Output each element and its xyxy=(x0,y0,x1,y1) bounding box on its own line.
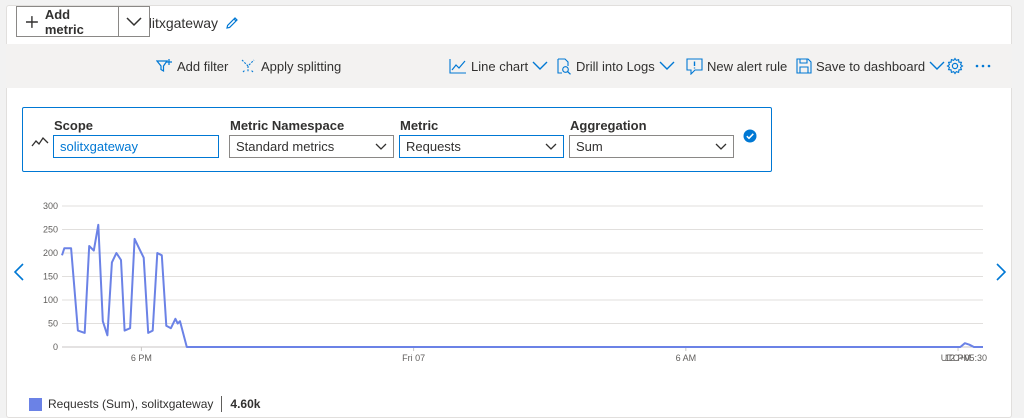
apply-splitting-label: Apply splitting xyxy=(261,58,342,74)
y-tick-label: 200 xyxy=(43,248,58,258)
save-to-dashboard-dropdown[interactable]: Save to dashboard xyxy=(796,44,945,88)
legend-separator xyxy=(221,396,223,412)
y-tick-label: 0 xyxy=(53,342,58,352)
metric-namespace-dropdown[interactable]: Standard metrics xyxy=(229,135,394,158)
line-chart-dropdown[interactable]: Line chart xyxy=(449,44,548,88)
drill-into-logs-dropdown[interactable]: Drill into Logs xyxy=(555,44,675,88)
add-metric-label: Add metric xyxy=(44,6,84,37)
y-tick-label: 100 xyxy=(43,295,58,305)
apply-splitting-button[interactable]: Apply splitting xyxy=(240,44,341,88)
chevron-down-icon xyxy=(375,143,387,150)
gear-icon xyxy=(946,57,964,75)
legend-series-total: 4.60k xyxy=(230,397,261,411)
y-tick-label: 50 xyxy=(48,319,58,329)
plus-icon xyxy=(25,15,38,28)
metric-value: Requests xyxy=(406,139,461,154)
x-tick-label: Fri 07 xyxy=(402,353,425,363)
aggregation-value: Sum xyxy=(576,139,603,154)
x-tick-label: 6 PM xyxy=(131,353,152,363)
chevron-down-icon xyxy=(545,143,557,150)
scope-input[interactable]: solitxgateway xyxy=(53,135,219,158)
legend-swatch xyxy=(29,397,42,411)
series-line-requests[interactable] xyxy=(61,223,983,348)
confirm-check-icon[interactable] xyxy=(743,129,757,143)
line-chart-label: Line chart xyxy=(471,58,529,74)
more-options-button[interactable] xyxy=(974,44,992,88)
add-filter-label: Add filter xyxy=(177,58,229,74)
settings-gear-button[interactable] xyxy=(946,44,964,88)
y-tick-label: 250 xyxy=(43,225,58,235)
edit-title-pencil-icon[interactable] xyxy=(224,14,240,32)
x-tick-label: 6 AM xyxy=(676,353,697,363)
scope-value: solitxgateway xyxy=(60,139,139,154)
aggregation-label: Aggregation xyxy=(570,118,647,133)
save-to-dashboard-label: Save to dashboard xyxy=(816,58,926,74)
metric-namespace-label: Metric Namespace xyxy=(230,118,345,133)
y-tick-label: 150 xyxy=(43,272,58,282)
splitting-icon xyxy=(241,59,255,73)
scope-label: Scope xyxy=(54,118,94,133)
chart-legend: Requests (Sum), solitxgateway 4.60k xyxy=(29,396,260,412)
alert-icon xyxy=(686,57,703,75)
metric-namespace-value: Standard metrics xyxy=(236,139,335,154)
y-tick-label: 300 xyxy=(43,201,58,211)
new-alert-rule-label: New alert rule xyxy=(707,58,788,74)
drill-into-logs-label: Drill into Logs xyxy=(576,58,655,74)
chevron-down-icon xyxy=(715,143,727,150)
add-filter-button[interactable]: Add filter xyxy=(156,44,228,88)
line-series-icon xyxy=(31,136,49,147)
legend-series-label: Requests (Sum), solitxgateway xyxy=(48,397,214,411)
requests-line-chart: 300250200150100500 6 PM Fri 07 6 AM 12 PMUT… xyxy=(43,201,987,363)
ellipsis-icon xyxy=(975,64,991,68)
chevron-down-icon xyxy=(929,61,945,70)
filter-plus-icon xyxy=(156,59,172,73)
timezone-label: UTC+05:30 xyxy=(941,353,987,363)
metric-selector-row: Scope solitxgateway Metric Namespace Sta… xyxy=(22,107,772,172)
aggregation-dropdown[interactable]: Sum xyxy=(569,135,734,158)
chevron-down-icon xyxy=(126,16,142,26)
add-metric-dropdown-button[interactable] xyxy=(119,7,149,36)
chevron-down-icon xyxy=(659,61,675,70)
logs-search-icon xyxy=(557,57,571,75)
save-icon xyxy=(796,58,812,74)
add-metric-split-button: Add metric xyxy=(16,6,150,37)
metric-dropdown[interactable]: Requests xyxy=(399,135,564,158)
new-alert-rule-button[interactable]: New alert rule xyxy=(686,44,787,88)
line-chart-icon xyxy=(449,59,466,74)
chevron-down-icon xyxy=(532,61,548,70)
add-metric-button[interactable]: Add metric xyxy=(17,6,119,37)
metric-label: Metric xyxy=(400,118,439,133)
